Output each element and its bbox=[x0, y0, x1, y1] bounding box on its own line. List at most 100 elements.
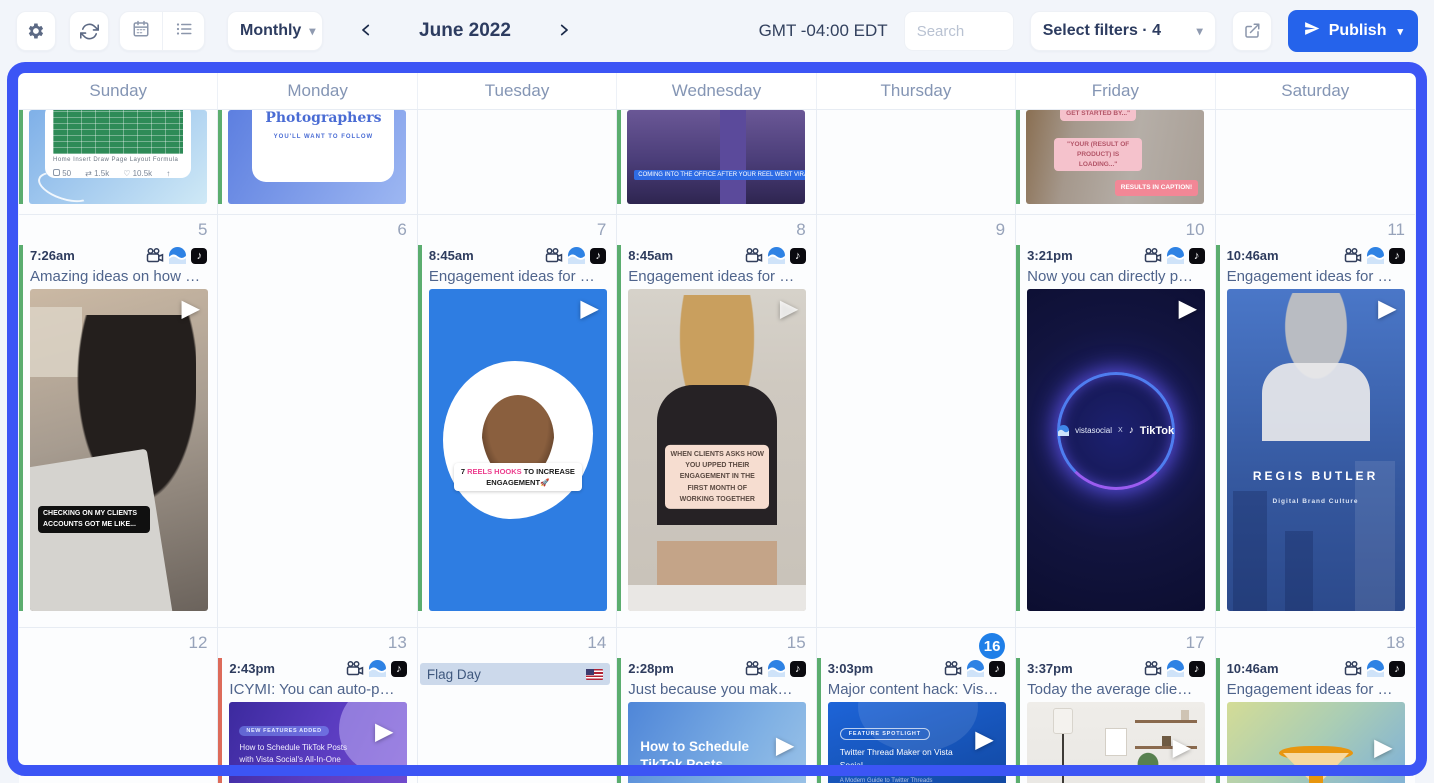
like-icon: ♡ bbox=[123, 169, 131, 178]
share-arrow-icon: ↑ bbox=[166, 169, 171, 178]
post-thumbnail[interactable]: GET STARTED BY..." "YOUR (RESULT OF PROD… bbox=[1026, 110, 1205, 204]
video-camera-icon bbox=[1344, 248, 1362, 263]
video-caption: CHECKING ON MY CLIENTS ACCOUNTS GOT ME L… bbox=[38, 506, 150, 533]
play-icon: ▶ bbox=[975, 726, 994, 753]
day-cell-13[interactable]: 13 2:43pm ♪ ICYMI: You can auto-p… NEW F… bbox=[218, 628, 418, 783]
post[interactable]: 8:45am ♪ Engagement ideas for … WHEN CLI… bbox=[617, 245, 807, 611]
day-header-thursday: Thursday bbox=[817, 73, 1017, 109]
day-cell-18[interactable]: 18 10:46am ♪ Engagement ideas for … ▶ bbox=[1215, 628, 1415, 783]
post-thumbnail[interactable]: REGIS BUTLER Digital Brand Culture ▶ bbox=[1226, 289, 1405, 611]
date-number: 12 bbox=[188, 633, 208, 652]
vistasocial-avatar-icon bbox=[1367, 660, 1384, 677]
day-cell-5[interactable]: 5 7:26am ♪ Amazing ideas on how … CHECKI… bbox=[19, 215, 219, 628]
post-thumbnail[interactable]: COMING INTO THE OFFICE AFTER YOUR REEL W… bbox=[627, 110, 806, 204]
chevron-left-icon bbox=[357, 24, 375, 42]
list-view-button[interactable] bbox=[162, 12, 204, 50]
post[interactable]: 3:37pm ♪ Today the average clie… ▶ bbox=[1016, 658, 1206, 783]
day-cell-7[interactable]: 7 8:45am ♪ Engagement ideas for … 7 REEL… bbox=[417, 215, 618, 628]
tiktok-icon: ♪ bbox=[989, 660, 1006, 677]
day-cell[interactable]: GET STARTED BY..." "YOUR (RESULT OF PROD… bbox=[1016, 110, 1216, 215]
filters-label: Select filters · 4 bbox=[1042, 22, 1161, 39]
calendar-grid: Sunday Monday Tuesday Wednesday Thursday… bbox=[19, 73, 1415, 783]
day-cell-8[interactable]: 8 8:45am ♪ Engagement ideas for … WHEN C… bbox=[617, 215, 817, 628]
prev-month-button[interactable] bbox=[353, 17, 379, 46]
day-cell-6[interactable]: 6 bbox=[218, 215, 418, 628]
export-button[interactable] bbox=[1231, 11, 1272, 51]
post-thumbnail[interactable]: ▶ bbox=[1027, 702, 1206, 783]
day-header-wednesday: Wednesday bbox=[617, 73, 817, 109]
day-cell-11[interactable]: 11 10:46am ♪ Engagement ideas for … REGI… bbox=[1215, 215, 1415, 628]
day-cell-15[interactable]: 15 2:28pm ♪ Just because you mak… How to… bbox=[617, 628, 817, 783]
next-month-button[interactable] bbox=[551, 17, 577, 46]
post-thumbnail[interactable]: CHECKING ON MY CLIENTS ACCOUNTS GOT ME L… bbox=[30, 289, 208, 611]
post-platform-icons: ♪ bbox=[745, 660, 806, 677]
building-shape bbox=[1284, 531, 1313, 611]
toolbar: Monthly ▾ June 2022 GMT -04:00 EDT Selec… bbox=[0, 0, 1434, 62]
post[interactable]: 2:43pm ♪ ICYMI: You can auto-p… NEW FEAT… bbox=[218, 658, 408, 783]
day-cell[interactable] bbox=[1215, 110, 1415, 215]
day-cell-12[interactable]: 12 bbox=[19, 628, 219, 783]
day-cell[interactable]: COMING INTO THE OFFICE AFTER YOUR REEL W… bbox=[617, 110, 817, 215]
chevron-down-icon: ▾ bbox=[1196, 24, 1203, 38]
view-mode-dropdown[interactable]: Monthly ▾ bbox=[227, 11, 323, 51]
post-thumbnail[interactable]: WHEN CLIENTS ASKS HOW YOU UPPED THEIR EN… bbox=[628, 289, 807, 611]
day-cell[interactable] bbox=[417, 110, 618, 215]
post-thumbnail[interactable]: Home Insert Draw Page Layout Formula 50 … bbox=[29, 110, 207, 204]
vistasocial-avatar-icon bbox=[967, 660, 985, 677]
day-cell[interactable]: Home Insert Draw Page Layout Formula 50 … bbox=[19, 110, 219, 215]
video-camera-icon bbox=[745, 248, 762, 263]
post-thumbnail[interactable]: FEATURE SPOTLIGHT Twitter Thread Maker o… bbox=[827, 702, 1006, 783]
post-platform-icons: ♪ bbox=[944, 660, 1006, 677]
day-cell-14[interactable]: 14 Flag Day bbox=[417, 628, 618, 783]
post-thumbnail[interactable]: How to Schedule TikTok Posts ▶ bbox=[628, 702, 807, 783]
week-row-1: Home Insert Draw Page Layout Formula 50 … bbox=[19, 110, 1415, 215]
day-cell[interactable]: Photographers YOU'LL WANT TO FOLLOW bbox=[218, 110, 418, 215]
photographers-title: Photographers bbox=[265, 110, 382, 126]
post-time: 2:43pm bbox=[229, 661, 275, 676]
week-row-2: 5 7:26am ♪ Amazing ideas on how … CHECKI… bbox=[19, 215, 1415, 628]
photographers-subtitle: YOU'LL WANT TO FOLLOW bbox=[273, 134, 374, 140]
day-cell-17[interactable]: 17 3:37pm ♪ Today the average clie… ▶ bbox=[1016, 628, 1216, 783]
post[interactable]: 3:21pm ♪ Now you can directly p… vistaso… bbox=[1016, 245, 1206, 611]
post[interactable]: 7:26am ♪ Amazing ideas on how … CHECKING… bbox=[19, 245, 208, 611]
tiktok-note-icon: ♪ bbox=[1128, 425, 1134, 437]
day-cell-16[interactable]: 16 3:03pm ♪ Major content hack: Vis… FEA… bbox=[816, 628, 1017, 783]
post-thumbnail[interactable]: 7 REELS HOOKS TO INCREASE ENGAGEMENT🚀 ▶ bbox=[428, 289, 607, 611]
post-thumbnail[interactable]: Photographers YOU'LL WANT TO FOLLOW bbox=[228, 110, 407, 204]
view-mode-label: Monthly bbox=[240, 22, 302, 39]
post[interactable]: 3:03pm ♪ Major content hack: Vis… FEATUR… bbox=[816, 658, 1006, 783]
refresh-button[interactable] bbox=[69, 11, 109, 51]
post[interactable]: 8:45am ♪ Engagement ideas for … 7 REELS … bbox=[417, 245, 607, 611]
search-input[interactable] bbox=[903, 11, 1014, 51]
post[interactable]: Photographers YOU'LL WANT TO FOLLOW bbox=[218, 110, 407, 204]
date-number: 7 bbox=[596, 220, 607, 239]
date-number: 10 bbox=[1185, 220, 1205, 239]
post-thumbnail[interactable]: NEW FEATURES ADDED How to Schedule TikTo… bbox=[229, 702, 408, 783]
post[interactable]: 2:28pm ♪ Just because you mak… How to Sc… bbox=[617, 658, 807, 783]
publish-button[interactable]: Publish ▾ bbox=[1287, 10, 1418, 52]
post-thumbnail[interactable]: vistasocial X ♪ TikTok ▶ bbox=[1027, 289, 1206, 611]
filters-dropdown[interactable]: Select filters · 4 ▾ bbox=[1029, 11, 1216, 51]
post[interactable]: GET STARTED BY..." "YOUR (RESULT OF PROD… bbox=[1016, 110, 1205, 204]
thumbnail-text: Twitter Thread Maker on Vista Social bbox=[839, 747, 953, 770]
post[interactable]: 10:46am ♪ Engagement ideas for … ▶ bbox=[1215, 658, 1405, 783]
day-cell[interactable] bbox=[816, 110, 1017, 215]
lamp-stem bbox=[1062, 734, 1065, 783]
video-camera-icon bbox=[1344, 661, 1362, 676]
date-number: 8 bbox=[796, 220, 806, 239]
holiday-bar[interactable]: Flag Day bbox=[419, 663, 611, 685]
post[interactable]: COMING INTO THE OFFICE AFTER YOUR REEL W… bbox=[617, 110, 806, 204]
calendar-view-button[interactable] bbox=[120, 12, 162, 50]
week-row-3: 12 13 2:43pm ♪ ICYMI: You can auto-p… NE… bbox=[19, 628, 1415, 783]
day-cell-9[interactable]: 9 bbox=[816, 215, 1017, 628]
settings-button[interactable] bbox=[16, 11, 56, 51]
chevron-right-icon bbox=[555, 24, 573, 42]
post[interactable]: 10:46am ♪ Engagement ideas for … REGIS B… bbox=[1215, 245, 1405, 611]
refresh-icon bbox=[79, 22, 99, 41]
post-time: 7:26am bbox=[30, 248, 75, 263]
post-title: Now you can directly p… bbox=[1027, 268, 1194, 285]
day-cell-10[interactable]: 10 3:21pm ♪ Now you can directly p… vist… bbox=[1016, 215, 1216, 628]
tiktok-icon: ♪ bbox=[590, 247, 607, 264]
post[interactable]: Home Insert Draw Page Layout Formula 50 … bbox=[19, 110, 207, 204]
post-thumbnail[interactable]: ▶ bbox=[1226, 702, 1405, 783]
